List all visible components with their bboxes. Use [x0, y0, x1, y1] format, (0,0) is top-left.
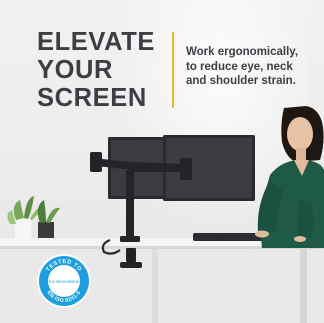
tagline: Work ergonomically, to reduce eye, neck …	[186, 45, 320, 89]
headline-line-1: ELEVATE	[37, 28, 156, 56]
badge-center-text: tuv international	[49, 279, 79, 284]
product-banner: ELEVATE YOUR SCREEN Work ergonomically, …	[0, 0, 324, 323]
accent-divider	[172, 32, 174, 108]
tagline-line-1: Work ergonomically,	[186, 46, 299, 58]
certification-seal-icon: TESTED TO EN ISO 9241-5 tuv internationa…	[36, 253, 92, 309]
woman-at-desk	[255, 106, 324, 248]
headline-line-2: YOUR	[37, 56, 114, 84]
headline-line-3: SCREEN	[37, 84, 147, 112]
headline: ELEVATE YOUR SCREEN	[37, 28, 155, 112]
tagline-line-3: and shoulder strain.	[186, 75, 296, 87]
monitor-arm	[90, 152, 192, 268]
potted-plants	[7, 196, 60, 241]
tagline-line-2: to reduce eye, neck	[186, 60, 293, 73]
